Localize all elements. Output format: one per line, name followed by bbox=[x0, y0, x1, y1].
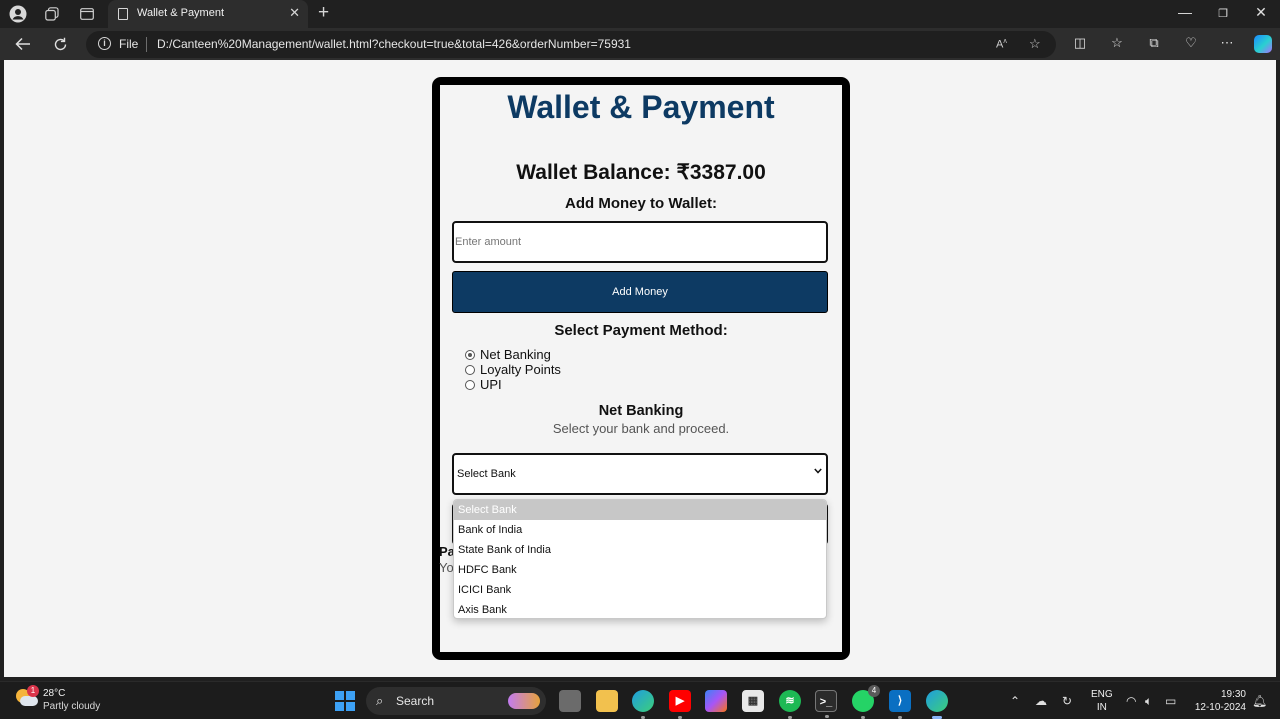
divider bbox=[146, 37, 147, 52]
add-money-heading: Add Money to Wallet: bbox=[565, 195, 717, 212]
tab-close-icon[interactable]: ✕ bbox=[289, 5, 300, 21]
tab-wallet-payment[interactable]: Wallet & Payment ✕ bbox=[108, 0, 308, 28]
payment-section-text-fragment: Yo bbox=[439, 560, 454, 575]
page-icon bbox=[118, 8, 128, 20]
tab-actions-icon[interactable] bbox=[76, 4, 98, 24]
add-money-button[interactable]: Add Money bbox=[452, 271, 828, 313]
radio-label: UPI bbox=[480, 377, 502, 392]
windows-taskbar: 1 28°C Partly cloudy ⌕ Search ▶ ▦ ≋ >_ 4… bbox=[0, 681, 1280, 719]
browser-toolbar: i File D:/Canteen%20Management/wallet.ht… bbox=[0, 28, 1280, 60]
more-menu-icon[interactable]: ⋯ bbox=[1217, 35, 1237, 51]
minimize-icon[interactable]: — bbox=[1173, 4, 1197, 20]
close-window-icon[interactable]: ✕ bbox=[1249, 4, 1273, 21]
page-title: Wallet & Payment bbox=[507, 89, 775, 125]
radio-label: Loyalty Points bbox=[480, 362, 561, 377]
bank-select[interactable]: Select Bank bbox=[452, 453, 828, 495]
address-bar[interactable]: i File D:/Canteen%20Management/wallet.ht… bbox=[86, 31, 1056, 58]
region-code: IN bbox=[1096, 702, 1107, 713]
copilot-app-icon[interactable] bbox=[705, 690, 727, 712]
search-label: Search bbox=[396, 694, 435, 708]
search-icon: ⌕ bbox=[376, 693, 384, 708]
url-text[interactable]: D:/Canteen%20Management/wallet.html?chec… bbox=[157, 37, 631, 51]
antivirus-icon[interactable]: ☁ bbox=[1035, 694, 1047, 708]
refresh-icon[interactable] bbox=[49, 33, 71, 55]
copilot-icon[interactable] bbox=[1254, 35, 1272, 53]
favorites-icon[interactable]: ☆ bbox=[1107, 35, 1127, 51]
browser-essentials-icon[interactable]: ♡ bbox=[1181, 35, 1201, 51]
bank-select-value: Select Bank bbox=[457, 468, 516, 480]
site-info-icon[interactable]: i bbox=[98, 37, 111, 50]
radio-label: Net Banking bbox=[480, 347, 551, 362]
youtube-icon[interactable]: ▶ bbox=[669, 690, 691, 719]
wifi-icon[interactable]: ◠ bbox=[1126, 694, 1136, 708]
browser-title-bar: Wallet & Payment ✕ + — ❐ ✕ bbox=[0, 0, 1280, 28]
notifications-bell-icon[interactable]: 🔔︎ bbox=[1252, 694, 1267, 708]
whatsapp-icon[interactable]: 4 bbox=[852, 685, 880, 719]
amount-input[interactable] bbox=[452, 221, 828, 263]
net-banking-heading: Net Banking bbox=[598, 403, 684, 419]
payment-method-heading: Select Payment Method: bbox=[554, 322, 728, 339]
payment-option-net-banking[interactable]: Net Banking bbox=[465, 347, 551, 362]
radio-upi[interactable] bbox=[465, 379, 475, 390]
task-view-icon[interactable] bbox=[559, 690, 581, 712]
sync-icon[interactable]: ↻ bbox=[1062, 694, 1072, 708]
profile-icon[interactable] bbox=[7, 4, 29, 24]
wallet-balance: Wallet Balance: ₹3387.00 bbox=[516, 161, 766, 184]
spotify-icon[interactable]: ≋ bbox=[779, 690, 801, 719]
page-viewport: Wallet & Payment Wallet Balance: ₹3387.0… bbox=[4, 60, 1276, 677]
language-code: ENG bbox=[1091, 689, 1113, 700]
back-icon[interactable] bbox=[12, 33, 34, 55]
battery-icon[interactable]: ▭ bbox=[1165, 694, 1176, 708]
taskbar-search[interactable]: ⌕ Search bbox=[366, 687, 546, 715]
payment-option-loyalty-points[interactable]: Loyalty Points bbox=[465, 362, 561, 377]
vscode-icon[interactable]: ⟩ bbox=[889, 690, 911, 719]
bank-option-select-bank[interactable]: Select Bank bbox=[454, 500, 826, 520]
new-tab-button[interactable]: + bbox=[318, 3, 329, 23]
bank-option-bank-of-india[interactable]: Bank of India bbox=[454, 520, 826, 540]
weather-temperature[interactable]: 28°C bbox=[43, 688, 65, 699]
clock[interactable]: 19:30 12-10-2024 bbox=[1190, 688, 1246, 714]
weather-description[interactable]: Partly cloudy bbox=[43, 701, 100, 712]
bank-option-state-bank-of-india[interactable]: State Bank of India bbox=[454, 540, 826, 560]
edge-icon[interactable] bbox=[926, 690, 948, 719]
search-highlight-icon bbox=[508, 693, 540, 709]
bank-option-hdfc-bank[interactable]: HDFC Bank bbox=[454, 560, 826, 580]
radio-net-banking[interactable] bbox=[465, 349, 475, 360]
date: 12-10-2024 bbox=[1194, 702, 1246, 713]
collections-icon[interactable]: ⧉ bbox=[1144, 35, 1164, 51]
radio-loyalty-points[interactable] bbox=[465, 364, 475, 375]
whatsapp-badge: 4 bbox=[868, 685, 880, 697]
time: 19:30 bbox=[1220, 689, 1246, 700]
tab-title: Wallet & Payment bbox=[137, 7, 225, 19]
file-scheme-label: File bbox=[119, 37, 139, 51]
windows-start-icon[interactable] bbox=[335, 691, 355, 711]
bank-option-axis-bank[interactable]: Axis Bank bbox=[454, 600, 826, 618]
favorite-star-icon[interactable]: ☆ bbox=[1029, 36, 1041, 52]
terminal-icon[interactable]: >_ bbox=[815, 690, 837, 718]
file-explorer-icon[interactable] bbox=[596, 690, 618, 712]
payment-option-upi[interactable]: UPI bbox=[465, 377, 502, 392]
net-banking-subtitle: Select your bank and proceed. bbox=[552, 421, 730, 436]
store-icon[interactable]: ▦ bbox=[742, 690, 764, 712]
bank-dropdown-list: Select Bank Bank of India State Bank of … bbox=[453, 499, 827, 619]
show-hidden-icons-icon[interactable]: ⌃ bbox=[1010, 694, 1020, 708]
chevron-down-icon bbox=[814, 466, 822, 477]
language-indicator[interactable]: ENG IN bbox=[1091, 688, 1113, 714]
workspaces-icon[interactable] bbox=[41, 4, 63, 24]
bank-option-icici-bank[interactable]: ICICI Bank bbox=[454, 580, 826, 600]
split-screen-icon[interactable]: ◫ bbox=[1070, 35, 1090, 51]
volume-icon[interactable]: 🔈︎ bbox=[1145, 694, 1152, 709]
read-aloud-icon[interactable]: Aʌ bbox=[996, 38, 1007, 51]
edge-dev-icon[interactable] bbox=[632, 690, 654, 719]
weather-badge: 1 bbox=[27, 685, 39, 697]
maximize-icon[interactable]: ❐ bbox=[1211, 7, 1235, 20]
